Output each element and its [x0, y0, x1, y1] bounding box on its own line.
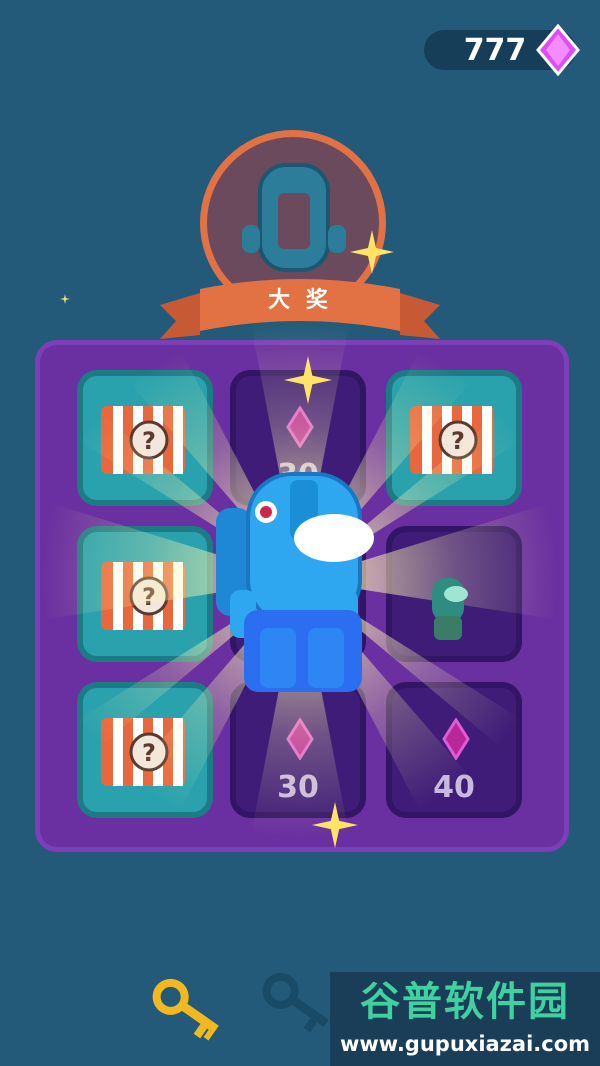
sparkle-icon	[284, 356, 332, 404]
pink-gem-icon	[536, 24, 580, 76]
grand-prize-character-silhouette	[242, 163, 346, 272]
sparkle-icon	[312, 802, 358, 848]
small-character-icon	[432, 578, 468, 640]
sparkle-icon	[350, 230, 394, 274]
blue-robot-character	[216, 472, 374, 692]
watermark-title: 谷普软件园	[360, 979, 570, 1025]
watermark-url: www.gupuxiazai.com	[339, 1032, 591, 1056]
key-empty-icon	[262, 972, 329, 1033]
sparkle-icon	[60, 294, 70, 304]
key-collected-icon	[152, 978, 219, 1041]
gem-count: 777	[463, 33, 527, 68]
